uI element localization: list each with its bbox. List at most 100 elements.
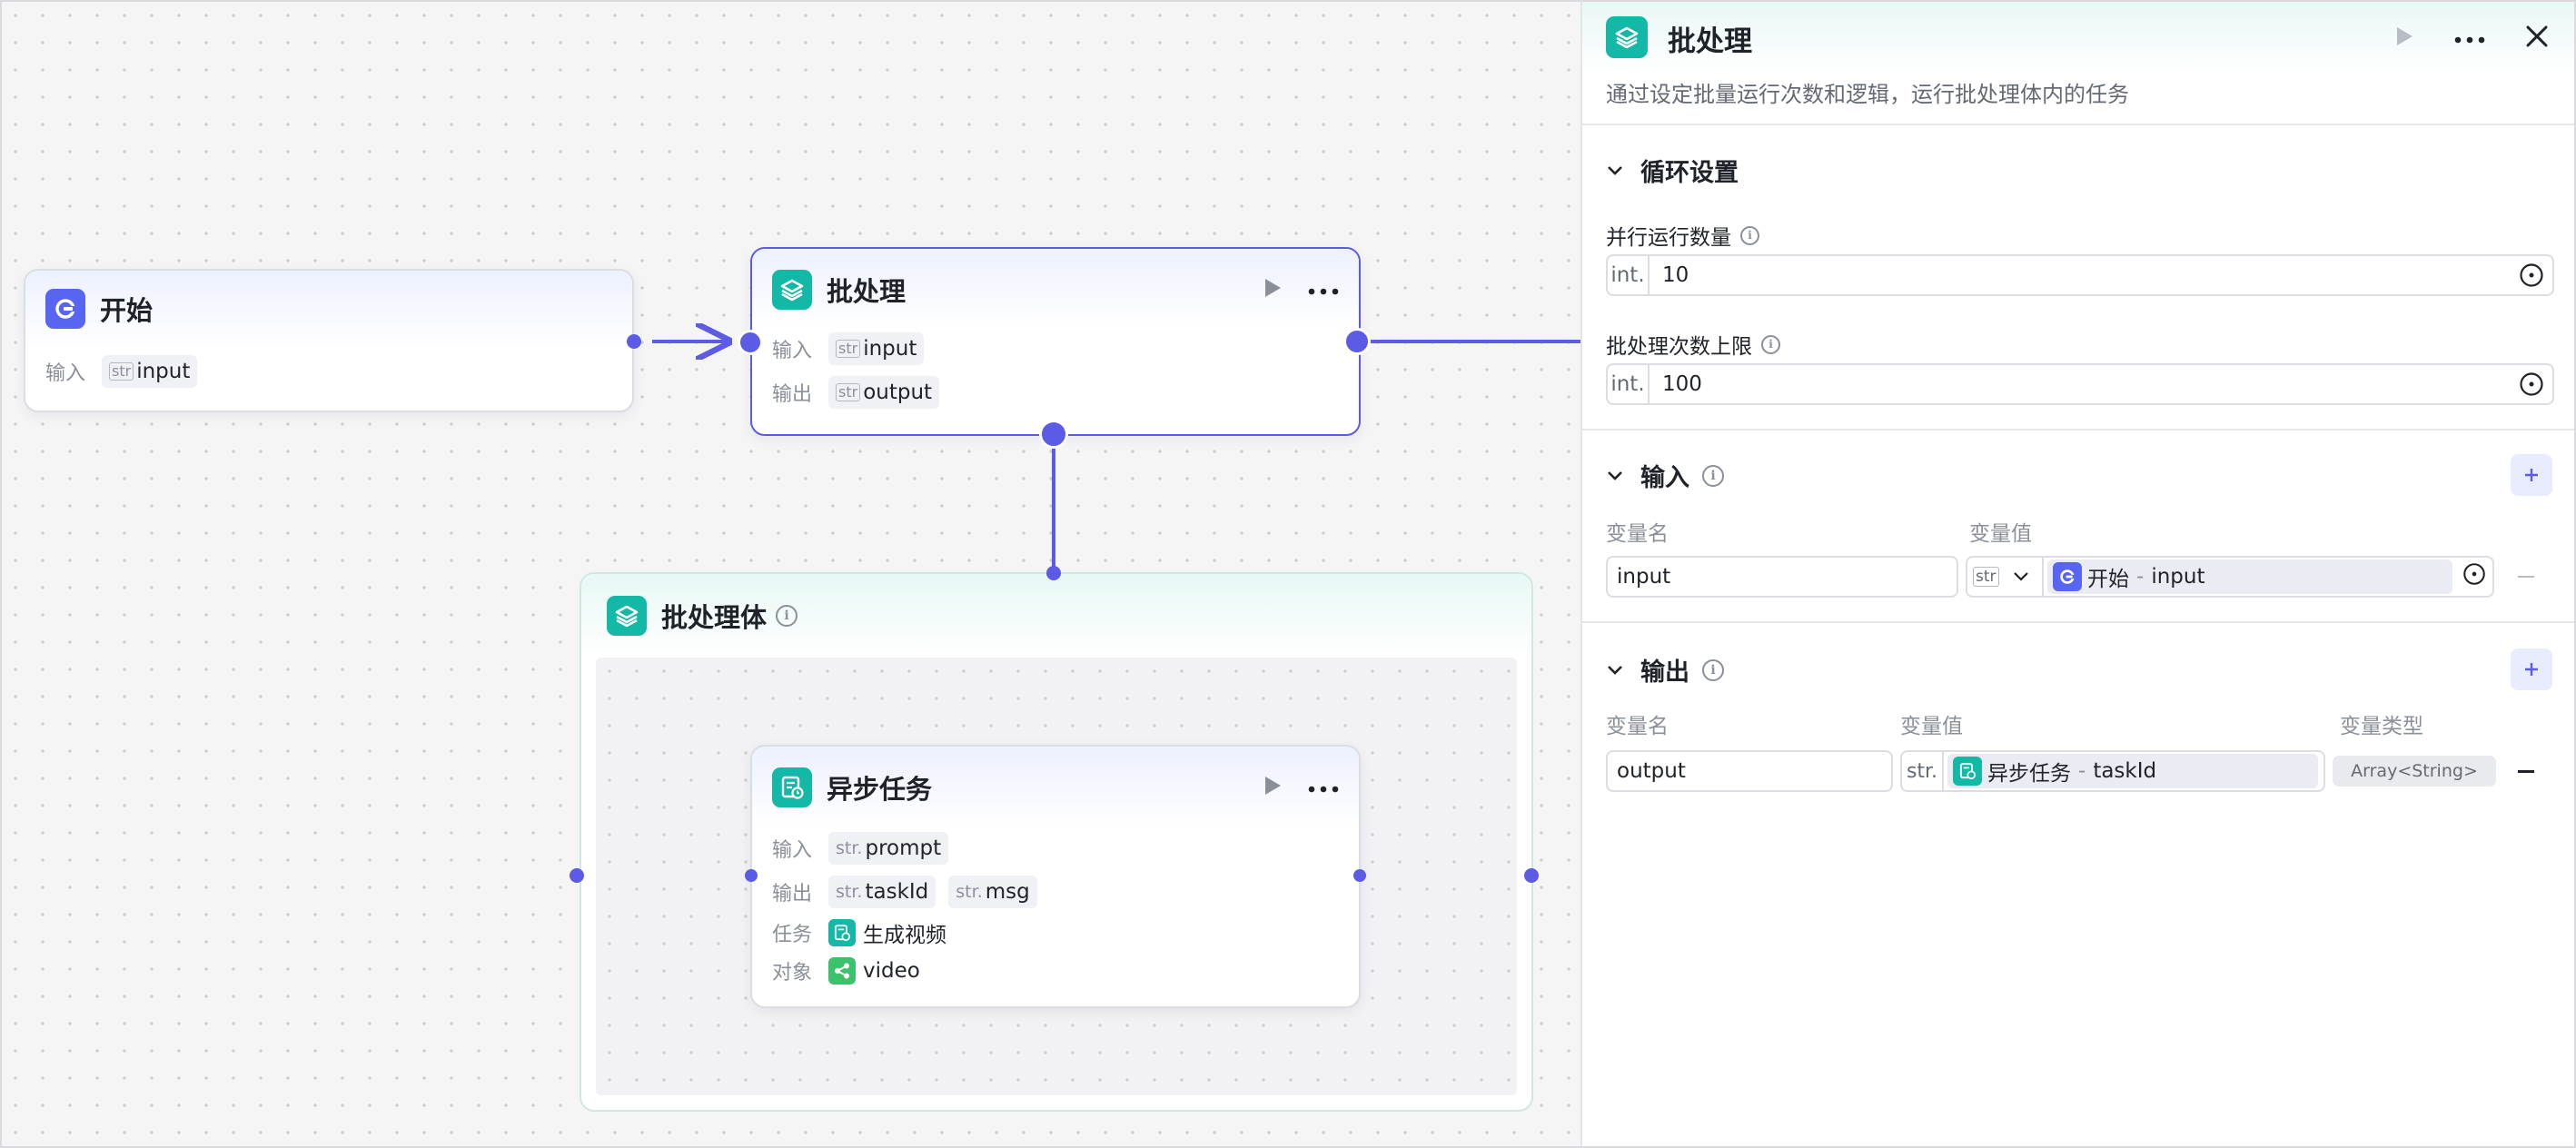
output-var-name-field[interactable]: output	[1606, 750, 1893, 792]
chevron-down-icon	[1608, 165, 1622, 175]
info-icon[interactable]: i	[1702, 658, 1724, 681]
async-output-tag: str. msg	[948, 876, 1037, 908]
batch-limit-value[interactable]: 100	[1650, 372, 2511, 396]
type-str-label: str.	[836, 882, 863, 902]
type-str-icon: str	[109, 362, 134, 381]
output-var-name[interactable]: output	[1617, 759, 1686, 783]
async-in-port[interactable]	[745, 869, 758, 882]
loop-section-title: 循环设置	[1640, 159, 1739, 187]
parallel-label: 并行运行数量 i	[1606, 220, 1759, 251]
parallel-count-value[interactable]: 10	[1650, 263, 2511, 287]
share-icon	[828, 957, 856, 985]
layers-icon	[772, 270, 812, 310]
start-icon	[2053, 562, 2082, 591]
output-col-value: 变量值	[1900, 715, 1963, 738]
input-var-value-field[interactable]: str 开始 - input	[1966, 556, 2494, 598]
close-icon[interactable]	[2525, 25, 2549, 52]
input-var-name[interactable]: input	[1617, 565, 1670, 589]
workflow-canvas[interactable]: 开始 输入 str input 批处理 输入 str input 输出 str out…	[0, 0, 1582, 1148]
batch-in-port[interactable]	[738, 330, 763, 355]
variable-ref-icon[interactable]	[2462, 561, 2487, 592]
async-task-node[interactable]: 异步任务 输入 str. prompt 输出 str. taskId str. msg…	[750, 745, 1361, 1008]
batch-output-name: output	[863, 381, 933, 404]
input-ref-chip[interactable]: 开始 - input	[2047, 559, 2452, 594]
type-str-icon: str	[836, 383, 861, 401]
body-top-port[interactable]	[1046, 566, 1061, 580]
ref-separator: -	[2136, 565, 2145, 589]
chevron-down-icon	[1608, 665, 1622, 675]
layers-icon	[1606, 16, 1648, 58]
async-task-icon	[772, 767, 812, 807]
async-input-tag: str. prompt	[828, 832, 949, 865]
start-out-port[interactable]	[627, 334, 641, 349]
start-node[interactable]: 开始 输入 str input	[24, 269, 634, 412]
add-input-button[interactable]	[2511, 454, 2552, 496]
ref-var-name: taskId	[2093, 759, 2157, 783]
input-var-name-field[interactable]: input	[1606, 556, 1958, 598]
run-icon[interactable]	[1263, 775, 1283, 800]
ref-separator: -	[2078, 759, 2086, 783]
body-in-port[interactable]	[570, 868, 584, 883]
body-out-port[interactable]	[1524, 868, 1539, 883]
async-task-label: 任务	[772, 924, 813, 946]
panel-title: 批处理	[1668, 25, 1752, 58]
remove-input-button[interactable]	[2518, 576, 2534, 578]
output-ref-chip[interactable]: 异步任务 - taskId	[1947, 754, 2318, 788]
ref-node-name: 异步任务	[1987, 762, 2071, 786]
info-icon[interactable]: i	[1740, 225, 1759, 245]
type-select[interactable]: str	[1967, 558, 2044, 596]
async-input-name: prompt	[865, 836, 942, 860]
remove-output-button[interactable]	[2518, 770, 2534, 773]
output-var-value-field[interactable]: str. 异步任务 - taskId	[1900, 750, 2325, 792]
batch-output-label: 输出	[772, 383, 813, 406]
batch-node[interactable]: 批处理 输入 str input 输出 str output	[750, 247, 1361, 436]
chevron-down-icon	[2013, 572, 2028, 581]
type-str-icon: str	[836, 340, 861, 358]
info-icon[interactable]: i	[1761, 334, 1780, 354]
run-icon[interactable]	[2394, 25, 2414, 51]
input-section-header[interactable]: 输入 i	[1606, 458, 1724, 493]
info-icon[interactable]: i	[1702, 464, 1724, 487]
start-icon	[45, 289, 85, 329]
variable-ref-icon[interactable]	[2511, 262, 2552, 289]
loop-section-header[interactable]: 循环设置	[1606, 153, 1739, 188]
batch-body-port[interactable]	[1039, 420, 1068, 449]
batch-limit-input[interactable]: int. 100	[1606, 363, 2554, 405]
input-col-name: 变量名	[1606, 522, 1669, 546]
limit-label: 批处理次数上限 i	[1606, 329, 1780, 360]
start-input-tag: str input	[102, 355, 198, 388]
async-object-label: 对象	[772, 962, 813, 985]
output-type-badge: Array<String>	[2333, 756, 2496, 787]
batch-node-title: 批处理	[827, 276, 907, 307]
type-str-label: str.	[836, 838, 863, 858]
panel-description: 通过设定批量运行次数和逻辑，运行批处理体内的任务	[1606, 82, 2129, 107]
output-section-header[interactable]: 输出 i	[1606, 652, 1724, 688]
int-prefix: int.	[1608, 365, 1650, 403]
async-task-mini-icon	[1953, 757, 1982, 786]
input-section-title: 输入	[1640, 464, 1689, 492]
variable-ref-icon[interactable]	[2511, 371, 2552, 398]
plus-icon	[2525, 469, 2538, 481]
more-icon[interactable]	[1308, 282, 1339, 299]
async-out-port[interactable]	[1353, 869, 1366, 882]
async-output-label: 输出	[772, 883, 813, 906]
output-section-title: 输出	[1640, 658, 1689, 687]
int-prefix: int.	[1608, 256, 1650, 294]
layers-icon	[607, 596, 647, 636]
batch-out-port[interactable]	[1343, 328, 1371, 355]
parallel-count-input[interactable]: int. 10	[1606, 254, 2554, 296]
more-icon[interactable]	[2454, 30, 2485, 47]
input-col-value: 变量值	[1969, 522, 2032, 546]
more-icon[interactable]	[1308, 779, 1339, 797]
chevron-down-icon	[1608, 470, 1622, 480]
add-output-button[interactable]	[2511, 648, 2552, 690]
plus-icon	[2525, 663, 2538, 676]
parallel-label-text: 并行运行数量	[1606, 226, 1731, 250]
batch-output-tag: str output	[828, 376, 940, 409]
run-icon[interactable]	[1263, 277, 1283, 302]
info-icon[interactable]: i	[776, 605, 798, 627]
async-task-value: 生成视频	[863, 924, 946, 947]
async-output-name: taskId	[865, 880, 929, 904]
output-col-name: 变量名	[1606, 715, 1669, 738]
type-str-label: str.	[956, 882, 983, 902]
